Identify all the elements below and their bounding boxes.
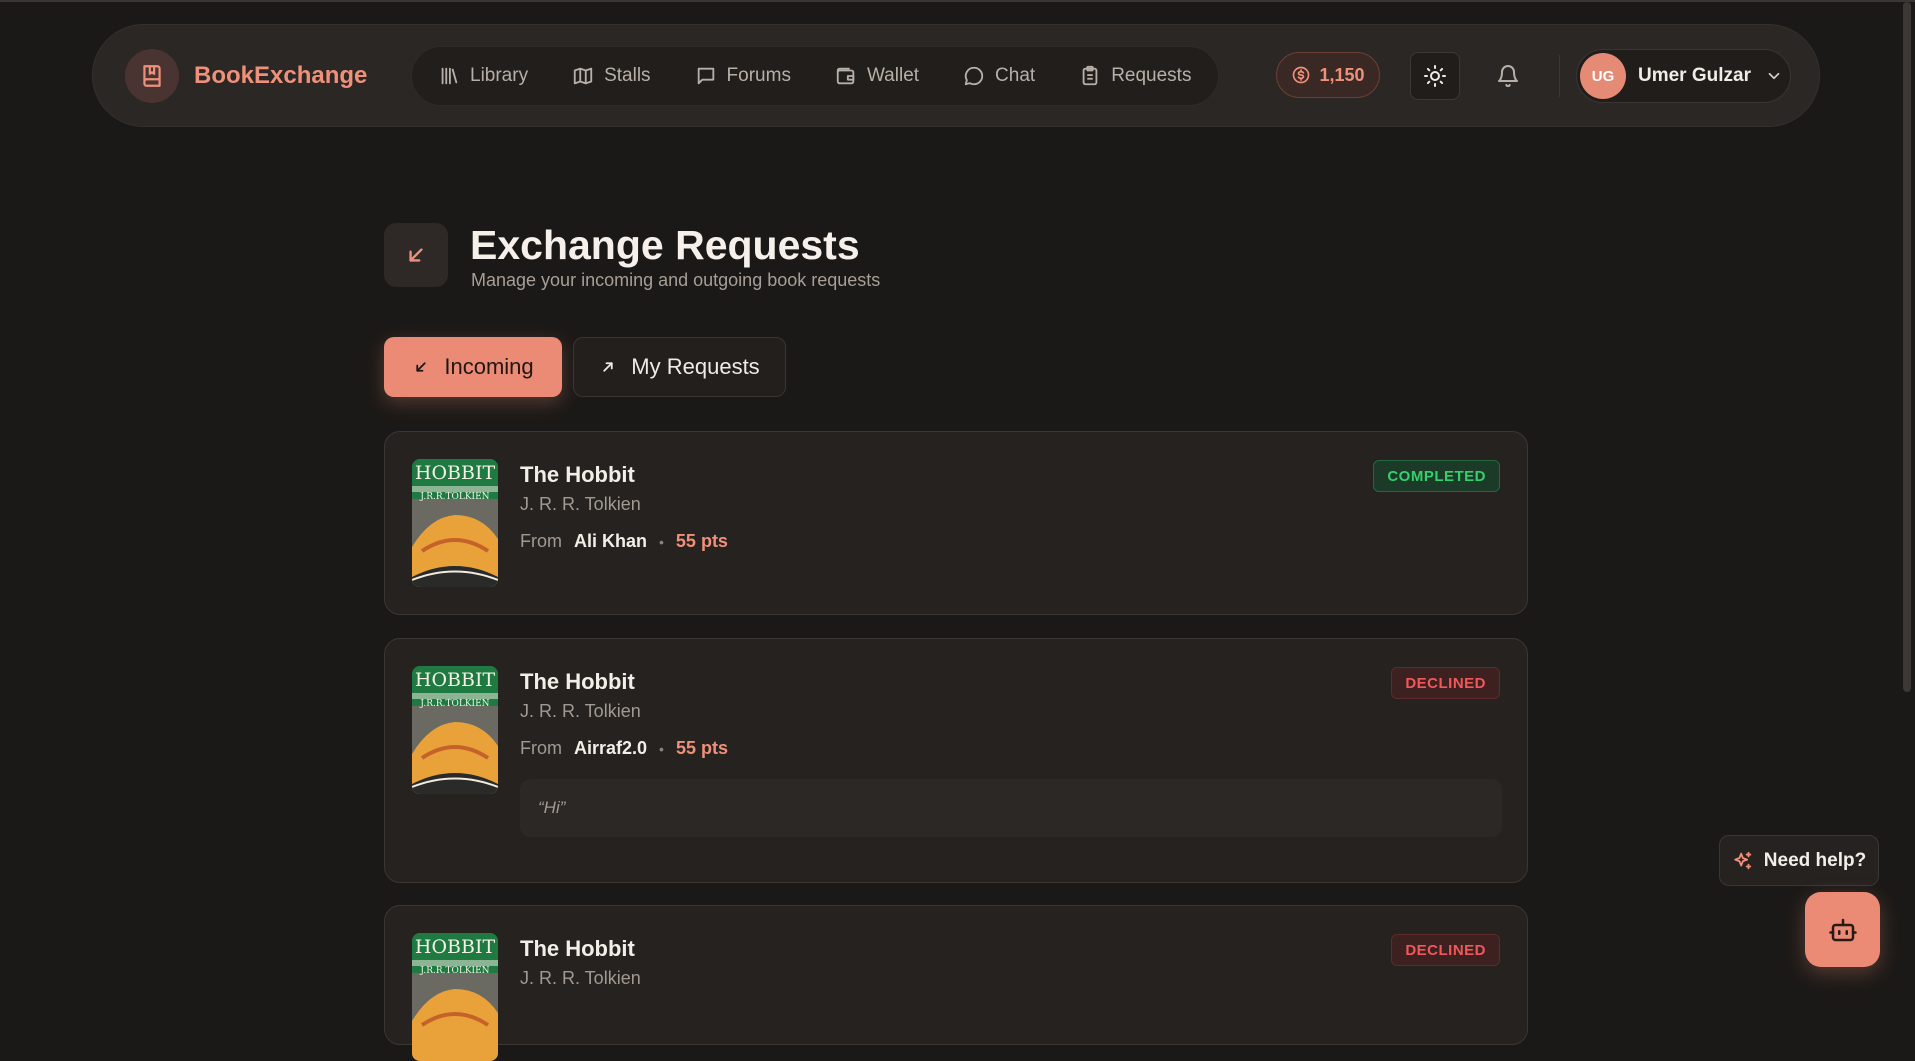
request-card[interactable]: HOBBIT J.R.R.TOLKIEN The Hobbit J. R. R.… bbox=[384, 431, 1528, 615]
brand[interactable]: BookExchange bbox=[125, 49, 367, 103]
cover-author: J.R.R.TOLKIEN bbox=[419, 492, 489, 502]
arrow-up-right-icon bbox=[599, 358, 617, 376]
robot-icon bbox=[1828, 915, 1858, 945]
from-label: From bbox=[520, 738, 562, 758]
book-title: The Hobbit bbox=[520, 462, 635, 487]
request-points: 55 pts bbox=[675, 531, 728, 551]
window-top-border bbox=[0, 0, 1915, 2]
nav-wallet[interactable]: Wallet bbox=[835, 65, 919, 87]
need-help-label: Need help? bbox=[1763, 849, 1867, 871]
request-from: From Ali Khan • 55 pts bbox=[520, 531, 728, 552]
need-help-button[interactable]: Need help? bbox=[1719, 835, 1879, 886]
tab-my-requests-label: My Requests bbox=[631, 354, 760, 379]
cover-author: J.R.R.TOLKIEN bbox=[419, 699, 489, 709]
cover-title: HOBBIT bbox=[415, 462, 496, 484]
nav-chat-label: Chat bbox=[995, 65, 1036, 86]
cover-author: J.R.R.TOLKIEN bbox=[419, 966, 489, 976]
points-value: 1,150 bbox=[1319, 64, 1365, 85]
request-card[interactable]: HOBBIT J.R.R.TOLKIEN The Hobbit J. R. R.… bbox=[384, 905, 1528, 1061]
theme-toggle-button[interactable] bbox=[1410, 52, 1460, 100]
chevron-down-icon bbox=[1765, 67, 1783, 85]
status-badge: DECLINED bbox=[1391, 667, 1500, 699]
map-icon bbox=[572, 65, 594, 87]
request-points: 55 pts bbox=[675, 738, 728, 758]
tab-my-requests[interactable]: My Requests bbox=[573, 337, 786, 397]
nav-stalls[interactable]: Stalls bbox=[572, 65, 651, 87]
requester-name[interactable]: Airraf2.0 bbox=[574, 738, 647, 759]
request-from: From Airraf2.0 • 55 pts bbox=[520, 738, 728, 759]
requester-name[interactable]: Ali Khan bbox=[574, 531, 647, 552]
page-subtitle: Manage your incoming and outgoing book r… bbox=[471, 270, 881, 290]
status-badge: COMPLETED bbox=[1373, 460, 1500, 492]
nav-requests-label: Requests bbox=[1111, 65, 1192, 86]
book-author: J. R. R. Tolkien bbox=[520, 968, 641, 988]
cover-title: HOBBIT bbox=[415, 669, 496, 691]
message-square-icon bbox=[695, 65, 717, 87]
notifications-button[interactable] bbox=[1483, 52, 1533, 100]
user-name: Umer Gulzar bbox=[1638, 65, 1751, 86]
from-label: From bbox=[520, 531, 562, 551]
book-title: The Hobbit bbox=[520, 936, 635, 961]
request-message: “Hi” bbox=[520, 779, 1502, 837]
coin-icon bbox=[1291, 65, 1311, 85]
clipboard-icon bbox=[1079, 65, 1101, 87]
sparkles-icon bbox=[1732, 850, 1754, 872]
page-scrollbar[interactable] bbox=[1903, 2, 1911, 692]
bell-icon bbox=[1496, 64, 1520, 88]
nav-forums-label: Forums bbox=[726, 65, 791, 86]
brand-name: BookExchange bbox=[194, 62, 368, 89]
tab-incoming-label: Incoming bbox=[444, 354, 534, 379]
nav-wallet-label: Wallet bbox=[866, 65, 920, 86]
separator-dot: • bbox=[659, 533, 664, 550]
nav-library-label: Library bbox=[470, 65, 529, 86]
main-nav: Library Stalls Forums Wallet Chat Reques… bbox=[411, 46, 1219, 106]
nav-forums[interactable]: Forums bbox=[695, 65, 791, 87]
nav-library[interactable]: Library bbox=[438, 65, 528, 87]
nav-requests[interactable]: Requests bbox=[1079, 65, 1191, 87]
tab-incoming[interactable]: Incoming bbox=[384, 337, 562, 397]
assistant-bot-button[interactable] bbox=[1805, 892, 1880, 967]
avatar: UG bbox=[1580, 53, 1626, 99]
incoming-arrow-icon bbox=[384, 223, 448, 287]
request-card[interactable]: HOBBIT J.R.R.TOLKIEN The Hobbit J. R. R.… bbox=[384, 638, 1528, 883]
book-author: J. R. R. Tolkien bbox=[520, 701, 641, 721]
chat-bubble-icon bbox=[963, 65, 985, 87]
book-cover: HOBBIT J.R.R.TOLKIEN bbox=[412, 933, 498, 1061]
library-icon bbox=[438, 65, 460, 87]
book-author: J. R. R. Tolkien bbox=[520, 494, 641, 514]
book-title: The Hobbit bbox=[520, 669, 635, 694]
book-cover: HOBBIT J.R.R.TOLKIEN bbox=[412, 666, 498, 794]
sun-icon bbox=[1423, 64, 1447, 88]
arrow-down-left-icon bbox=[412, 358, 430, 376]
user-menu[interactable]: UG Umer Gulzar bbox=[1576, 49, 1791, 103]
points-balance[interactable]: 1,150 bbox=[1276, 52, 1380, 98]
wallet-icon bbox=[835, 65, 857, 87]
separator-dot: • bbox=[659, 740, 664, 757]
cover-title: HOBBIT bbox=[415, 936, 496, 958]
navbar-divider bbox=[1559, 55, 1560, 97]
book-cover: HOBBIT J.R.R.TOLKIEN bbox=[412, 459, 498, 587]
nav-chat[interactable]: Chat bbox=[963, 65, 1035, 87]
nav-stalls-label: Stalls bbox=[604, 65, 651, 86]
book-logo-icon bbox=[125, 49, 179, 103]
page-title: Exchange Requests bbox=[470, 222, 860, 268]
top-navbar: BookExchange Library Stalls Forums Walle… bbox=[92, 24, 1820, 127]
status-badge: DECLINED bbox=[1391, 934, 1500, 966]
